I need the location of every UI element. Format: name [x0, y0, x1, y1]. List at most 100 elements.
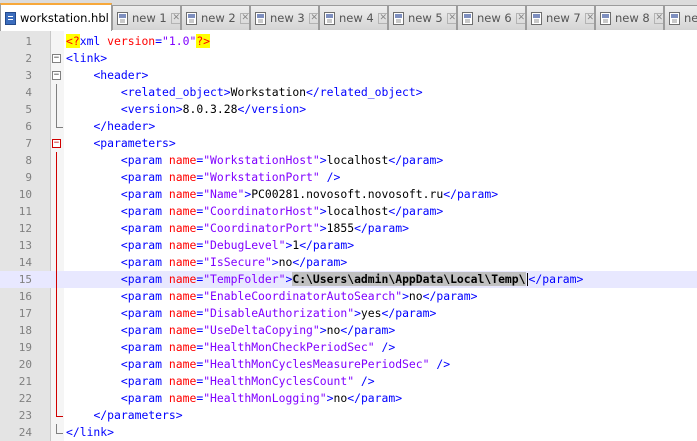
code-line[interactable]: 21 <param name="HealthMonCyclesCount" />	[0, 373, 697, 390]
document-tab-bar: workstation.hbl new 1 ✕ new 2 ✕ new 3 ✕ new 4 ✕ n…	[0, 0, 697, 31]
close-tab-icon[interactable]: ✕	[239, 12, 249, 24]
tab-workstation-hbl[interactable]: workstation.hbl	[0, 3, 112, 31]
tag-name: param	[395, 306, 430, 320]
tab-new-7[interactable]: new 7 ✕	[526, 5, 595, 30]
code-line[interactable]: 12 <param name="CoordinatorPort">1855</p…	[0, 220, 697, 237]
attribute-value: "HealthMonCyclesCount"	[203, 374, 355, 388]
bracket-token: >	[470, 289, 478, 303]
close-tab-icon[interactable]: ✕	[515, 12, 525, 24]
bracket-token: </	[66, 425, 80, 439]
tag-name: param	[127, 306, 169, 320]
code-text[interactable]: <param name="WorkstationHost">localhost<…	[66, 152, 443, 169]
attribute-name: name	[168, 323, 197, 337]
code-text[interactable]: <param name="UseDeltaCopying">no</param>	[66, 322, 395, 339]
code-text[interactable]: <param name="WorkstationPort" />	[66, 169, 340, 186]
code-text[interactable]: <param name="EnableCoordinatorAutoSearch…	[66, 288, 478, 305]
code-text[interactable]: <param name="HealthMonCyclesCount" />	[66, 373, 375, 390]
code-text[interactable]: <related_object>Workstation</related_obj…	[66, 84, 423, 101]
tab-new-5[interactable]: new 5 ✕	[388, 5, 457, 30]
unsaved-file-icon	[255, 11, 266, 25]
code-text[interactable]: </parameters>	[66, 407, 182, 424]
fold-toggle-icon[interactable]: −	[52, 54, 61, 63]
code-text[interactable]: <param name="CoordinatorHost">localhost<…	[66, 203, 443, 220]
line-number: 18	[18, 324, 32, 337]
code-text[interactable]: <param name="HealthMonCheckPeriodSec" />	[66, 339, 395, 356]
code-text[interactable]: <param name="Name">PC00281.novosoft.novo…	[66, 186, 498, 203]
code-line[interactable]: 7 − <parameters>	[0, 135, 697, 152]
code-text[interactable]: <param name="IsSecure">no</param>	[66, 254, 347, 271]
tab-label: new 5	[408, 11, 443, 25]
attribute-name: name	[168, 170, 197, 184]
close-tab-icon[interactable]: ✕	[377, 12, 387, 24]
tag-name: header	[100, 68, 142, 82]
tab-new-9[interactable]: new 9	[664, 5, 697, 30]
close-tab-icon[interactable]: ✕	[653, 12, 663, 24]
close-tab-icon[interactable]: ✕	[446, 12, 456, 24]
bracket-token: >	[299, 102, 307, 116]
code-text[interactable]: <version>8.0.3.28</version>	[66, 101, 306, 118]
fold-guide	[56, 288, 57, 305]
tab-new-6[interactable]: new 6 ✕	[457, 5, 526, 30]
fold-toggle-icon[interactable]: −	[52, 139, 61, 148]
code-line[interactable]: 9 <param name="WorkstationPort" />	[0, 169, 697, 186]
code-line[interactable]: 16 <param name="EnableCoordinatorAutoSea…	[0, 288, 697, 305]
code-line[interactable]: 2 − <link>	[0, 50, 697, 67]
close-tab-icon[interactable]: ✕	[308, 12, 318, 24]
code-text[interactable]: <header>	[66, 67, 148, 84]
code-line[interactable]: 4 <related_object>Workstation</related_o…	[0, 84, 697, 101]
code-text[interactable]: <?xml version="1.0"?>	[66, 33, 211, 50]
bracket-token: <	[120, 391, 128, 405]
attribute-value: "HealthMonCyclesMeasurePeriodSec"	[203, 357, 430, 371]
code-line[interactable]: 15 <param name="TempFolder">C:\Users\adm…	[0, 271, 697, 288]
code-text[interactable]: <param name="HealthMonCyclesMeasurePerio…	[66, 356, 450, 373]
code-line[interactable]: 23 </parameters>	[0, 407, 697, 424]
attribute-name: name	[168, 272, 197, 286]
attribute-value: "DebugLevel"	[203, 238, 286, 252]
tag-name: param	[127, 272, 169, 286]
bracket-token: </	[354, 221, 368, 235]
code-text[interactable]: </header>	[66, 118, 155, 135]
code-line[interactable]: 6 </header>	[0, 118, 697, 135]
text-content	[66, 357, 121, 371]
bracket-token: </	[93, 119, 108, 133]
code-text[interactable]: <param name="TempFolder">C:\Users\admin\…	[66, 271, 583, 288]
code-line[interactable]: 10 <param name="Name">PC00281.novosoft.n…	[0, 186, 697, 203]
code-line[interactable]: 18 <param name="UseDeltaCopying">no</par…	[0, 322, 697, 339]
code-line[interactable]: 17 <param name="DisableAuthorization">ye…	[0, 305, 697, 322]
code-line[interactable]: 20 <param name="HealthMonCyclesMeasurePe…	[0, 356, 697, 373]
code-text[interactable]: <param name="DisableAuthorization">yes</…	[66, 305, 437, 322]
tab-new-4[interactable]: new 4 ✕	[319, 5, 388, 30]
code-text[interactable]: <link>	[66, 50, 107, 67]
code-line[interactable]: 5 <version>8.0.3.28</version>	[0, 101, 697, 118]
tab-new-1[interactable]: new 1 ✕	[112, 5, 181, 30]
code-line[interactable]: 3 − <header>	[0, 67, 697, 84]
fold-guide	[56, 322, 57, 339]
editor-text-area[interactable]: 1 <?xml version="1.0"?> 2− <link> 3− <header…	[0, 33, 697, 441]
code-line[interactable]: 8 <param name="WorkstationHost">localhos…	[0, 152, 697, 169]
code-text[interactable]: </link>	[66, 424, 114, 441]
tab-new-2[interactable]: new 2 ✕	[181, 5, 250, 30]
code-text[interactable]: <param name="HealthMonLogging">no</param…	[66, 390, 402, 407]
code-text[interactable]: <parameters>	[66, 135, 175, 152]
code-line[interactable]: 14 <param name="IsSecure">no</param>	[0, 254, 697, 271]
close-tab-icon[interactable]: ✕	[170, 12, 180, 24]
line-number: 20	[18, 358, 32, 371]
bracket-token: >	[491, 187, 499, 201]
code-line[interactable]: 19 <param name="HealthMonCheckPeriodSec"…	[0, 339, 697, 356]
bracket-token: >	[223, 85, 231, 99]
bracket-token: </	[388, 204, 403, 218]
close-tab-icon[interactable]: ✕	[584, 12, 594, 24]
code-editor[interactable]: 1 <?xml version="1.0"?> 2− <link> 3− <header…	[0, 30, 697, 441]
code-text[interactable]: <param name="CoordinatorPort">1855</para…	[66, 220, 409, 237]
code-text[interactable]: <param name="DebugLevel">1</param>	[66, 237, 354, 254]
code-line[interactable]: 11 <param name="CoordinatorHost">localho…	[0, 203, 697, 220]
fold-toggle-icon[interactable]: −	[52, 71, 61, 80]
code-line[interactable]: 22 <param name="HealthMonLogging">no</pa…	[0, 390, 697, 407]
code-line[interactable]: 24 </link>	[0, 424, 697, 441]
tag-name: param	[127, 170, 169, 184]
code-line[interactable]: 13 <param name="DebugLevel">1</param>	[0, 237, 697, 254]
code-line[interactable]: 1 <?xml version="1.0"?>	[0, 33, 697, 50]
tab-new-3[interactable]: new 3 ✕	[250, 5, 319, 30]
tab-new-8[interactable]: new 8 ✕	[595, 5, 664, 30]
bracket-token: >	[436, 153, 444, 167]
